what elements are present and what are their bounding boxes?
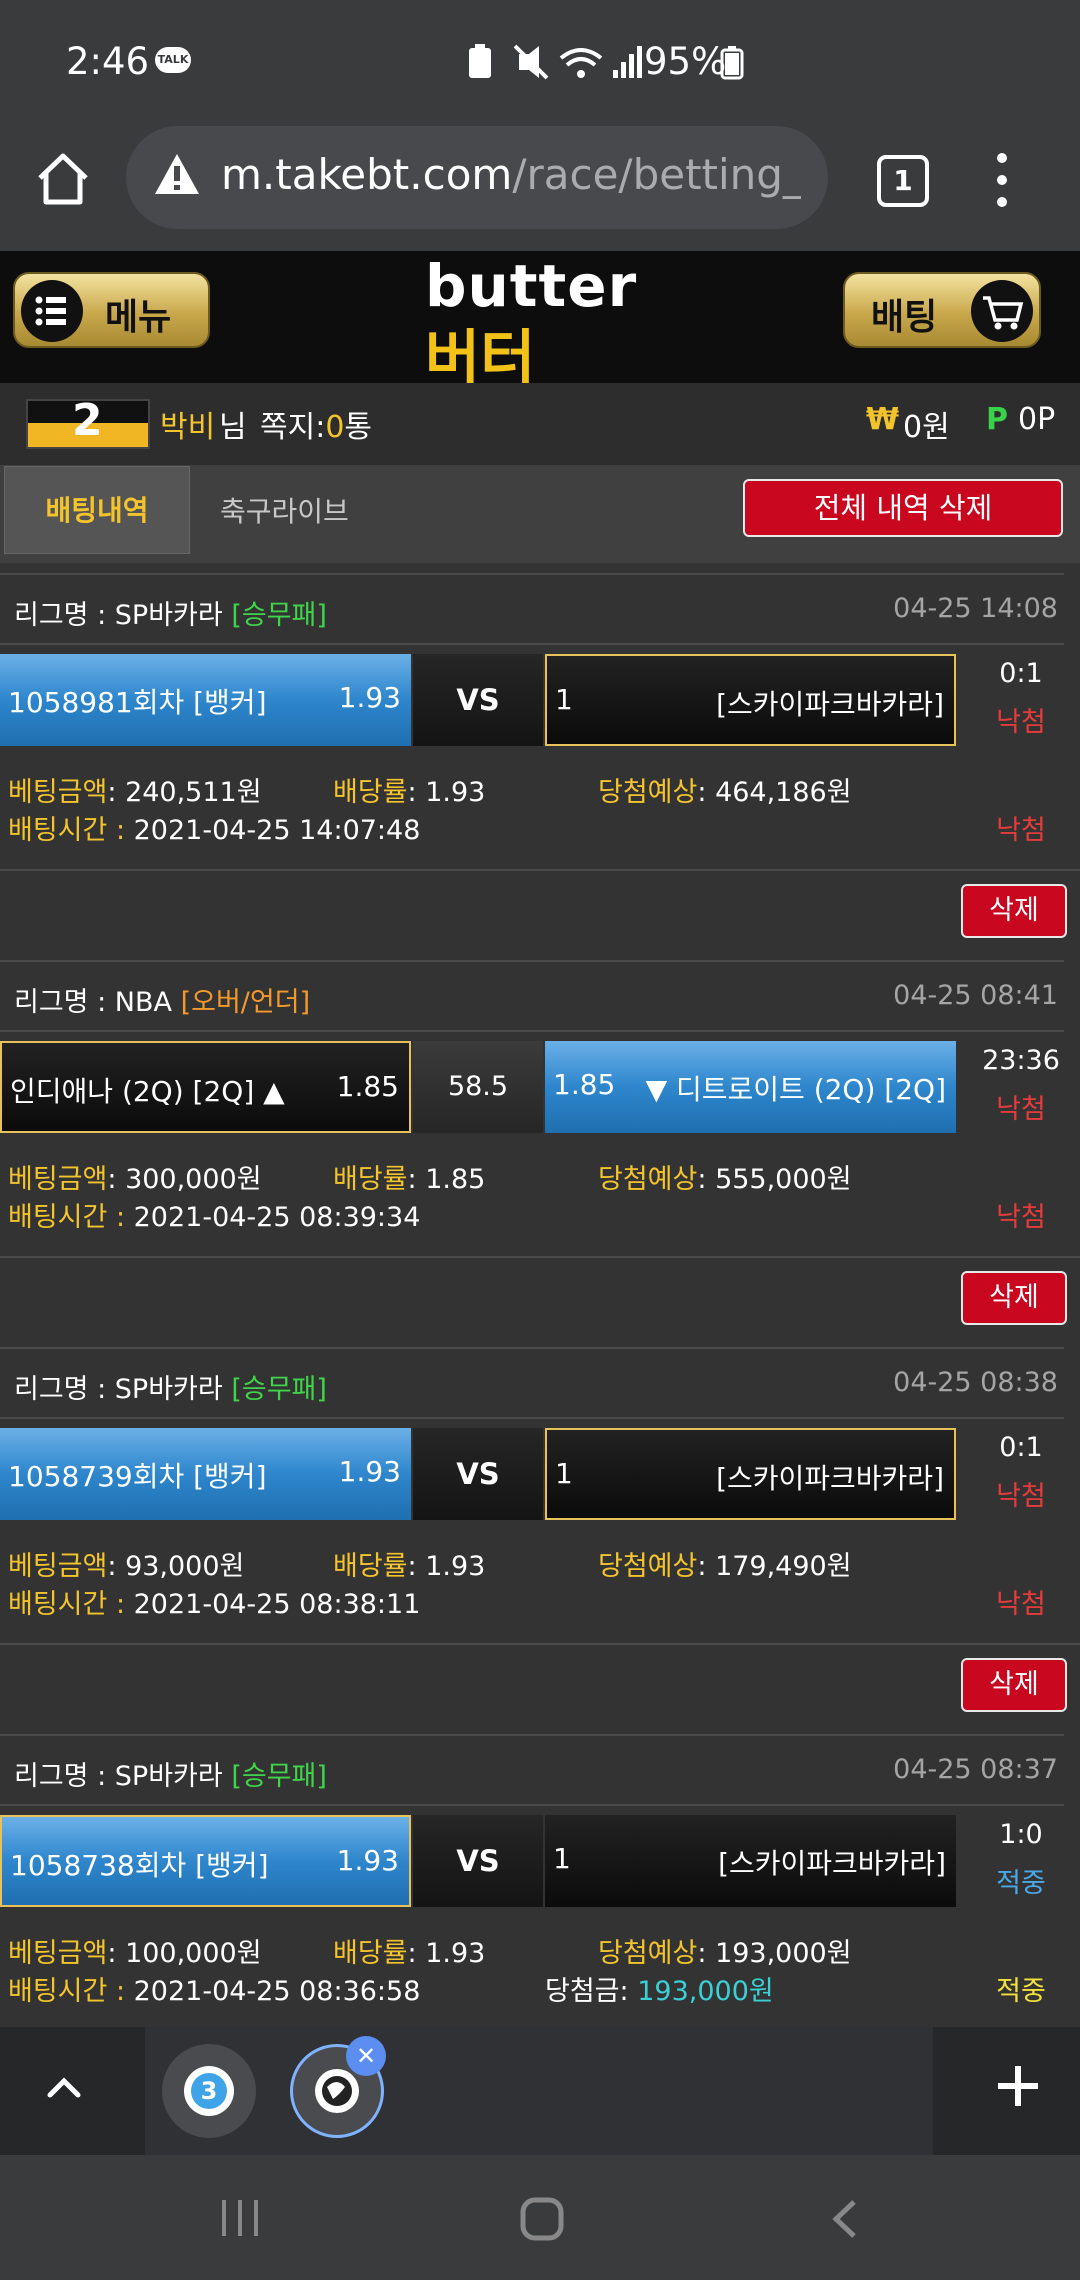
match-row: 1058739회차 [뱅커] 1.93 VS 1 [스카이파크바카라] (0, 1428, 960, 1520)
tab-bet-history[interactable]: 배팅내역 (4, 466, 190, 554)
delete-button[interactable]: 삭제 (961, 1271, 1067, 1325)
money-balance: 0원 (903, 410, 950, 445)
score: 0:1 (999, 1432, 1043, 1463)
menu-label: 메뉴 (105, 297, 172, 338)
warning-icon[interactable] (153, 152, 201, 196)
win-amount: 당첨금: 193,000원 (545, 1976, 774, 2007)
messages-link[interactable]: 쪽지:0통 (260, 402, 372, 446)
match-row: 1058738회차 [뱅커] 1.93 VS 1 [스카이파크바카라] (0, 1815, 960, 1907)
expected-win: 당첨예상: 555,000원 (598, 1164, 852, 1195)
expected-win: 당첨예상: 193,000원 (598, 1938, 852, 1969)
expected-win: 당첨예상: 464,186원 (598, 777, 852, 808)
point-balance: 0P (1018, 402, 1056, 437)
league-row: 리그명 : SP바카라 [승무패] 04-25 08:37 (0, 1734, 1064, 1806)
talk-icon: TALK (155, 47, 191, 73)
battery-saver-icon (469, 48, 491, 78)
score: 23:36 (982, 1045, 1060, 1076)
handicap-line: 58.5 (413, 1041, 543, 1133)
home-pick[interactable]: 1058981회차 [뱅커] 1.93 (0, 654, 411, 746)
more-options-icon[interactable] (992, 150, 1012, 210)
wifi-icon (559, 48, 603, 60)
expected-win: 당첨예상: 179,490원 (598, 1551, 852, 1582)
vs-label: VS (413, 1815, 543, 1907)
menu-icon (21, 280, 83, 342)
match-row: 인디애나 (2Q) [2Q] ▲ 1.85 58.5 1.85 ▼ 디트로이트 (2… (0, 1041, 960, 1133)
bet-amount: 베팅금액: 100,000원 (8, 1938, 262, 1969)
delete-strip (0, 869, 1080, 953)
recent-apps-icon[interactable] (218, 2198, 264, 2238)
svg-text:3: 3 (201, 2077, 218, 2105)
bet-amount: 베팅금액: 93,000원 (8, 1551, 245, 1582)
delete-button[interactable]: 삭제 (961, 1658, 1067, 1712)
result-status: 낙첨 (996, 1094, 1046, 1125)
result-status: 적중 (996, 1868, 1046, 1899)
betslip-button[interactable]: 배팅 (843, 272, 1041, 348)
signal-icon (613, 70, 618, 78)
away-pick[interactable]: 1 [스카이파크바카라] (545, 1428, 956, 1520)
battery-percent: 95% (644, 40, 727, 83)
final-status: 적중 (996, 1976, 1046, 2007)
delete-all-button[interactable]: 전체 내역 삭제 (743, 479, 1063, 537)
delete-button[interactable]: 삭제 (961, 884, 1067, 938)
vs-label: VS (413, 1428, 543, 1520)
clock: 2:46 (66, 40, 150, 83)
point-icon: P (986, 402, 1008, 437)
bet-odds: 배당률: 1.93 (333, 777, 486, 808)
away-pick[interactable]: 1 [스카이파크바카라] (545, 1815, 956, 1907)
battery-icon (720, 46, 744, 80)
final-status: 낙첨 (996, 1589, 1046, 1620)
league-row: 리그명 : SP바카라 [승무패] 04-25 08:38 (0, 1347, 1064, 1419)
bet-amount: 베팅금액: 240,511원 (8, 777, 262, 808)
under-pick[interactable]: 1.85 ▼ 디트로이트 (2Q) [2Q] (545, 1041, 956, 1133)
username: 박비 (160, 410, 216, 445)
back-icon[interactable] (828, 2198, 862, 2240)
away-pick[interactable]: 1 [스카이파크바카라] (545, 654, 956, 746)
home-pick[interactable]: 1058738회차 [뱅커] 1.93 (0, 1815, 411, 1907)
score: 1:0 (999, 1819, 1043, 1850)
score: 0:1 (999, 658, 1043, 689)
betslip-label: 배팅 (871, 297, 938, 338)
bet-odds: 배당률: 1.93 (333, 1938, 486, 1969)
username-suffix: 님 (219, 410, 247, 445)
final-status: 낙첨 (996, 1202, 1046, 1233)
league-row: 리그명 : NBA [오버/언더] 04-25 08:41 (0, 960, 1064, 1032)
home-pick[interactable]: 1058739회차 [뱅커] 1.93 (0, 1428, 411, 1520)
bet-time: 배팅시간 : 2021-04-25 08:36:58 (8, 1976, 421, 2007)
close-tab-icon[interactable]: ✕ (346, 2036, 386, 2076)
tab-switcher-button[interactable]: 1 (877, 155, 929, 207)
menu-button[interactable]: 메뉴 (13, 272, 210, 348)
home-nav-icon[interactable] (519, 2196, 565, 2242)
bet-datetime: 04-25 08:41 (893, 980, 1058, 1011)
tab-strip (145, 2027, 933, 2155)
status-icons (469, 44, 642, 80)
level-badge: 2 (26, 399, 150, 449)
final-status: 낙첨 (996, 815, 1046, 846)
url-text[interactable]: m.takebt.com/race/betting_l (221, 150, 801, 199)
league-row: 리그명 : SP바카라 [승무패] 04-25 14:08 (0, 573, 1064, 645)
bet-time: 배팅시간 : 2021-04-25 14:07:48 (8, 815, 421, 846)
over-pick[interactable]: 인디애나 (2Q) [2Q] ▲ 1.85 (0, 1041, 411, 1133)
bet-time: 배팅시간 : 2021-04-25 08:38:11 (8, 1589, 421, 1620)
delete-strip (0, 1643, 1080, 1727)
bet-datetime: 04-25 14:08 (893, 593, 1058, 624)
vs-label: VS (413, 654, 543, 746)
chevron-up-icon[interactable] (44, 2067, 84, 2107)
cart-icon (971, 280, 1033, 342)
bet-time: 배팅시간 : 2021-04-25 08:39:34 (8, 1202, 421, 1233)
match-row: 1058981회차 [뱅커] 1.93 VS 1 [스카이파크바카라] (0, 654, 960, 746)
delete-strip (0, 1256, 1080, 1340)
tab-soccer-live[interactable]: 축구라이브 (220, 490, 349, 530)
result-status: 낙첨 (996, 707, 1046, 738)
result-status: 낙첨 (996, 1481, 1046, 1512)
bet-datetime: 04-25 08:37 (893, 1754, 1058, 1785)
money-icon: ₩ (866, 402, 900, 437)
bet-datetime: 04-25 08:38 (893, 1367, 1058, 1398)
bet-odds: 배당률: 1.85 (333, 1164, 486, 1195)
home-icon[interactable] (34, 150, 92, 208)
bet-amount: 베팅금액: 300,000원 (8, 1164, 262, 1195)
bet-odds: 배당률: 1.93 (333, 1551, 486, 1582)
tab-thumbnail[interactable]: 3 (162, 2044, 256, 2138)
new-tab-icon[interactable] (990, 2058, 1046, 2114)
